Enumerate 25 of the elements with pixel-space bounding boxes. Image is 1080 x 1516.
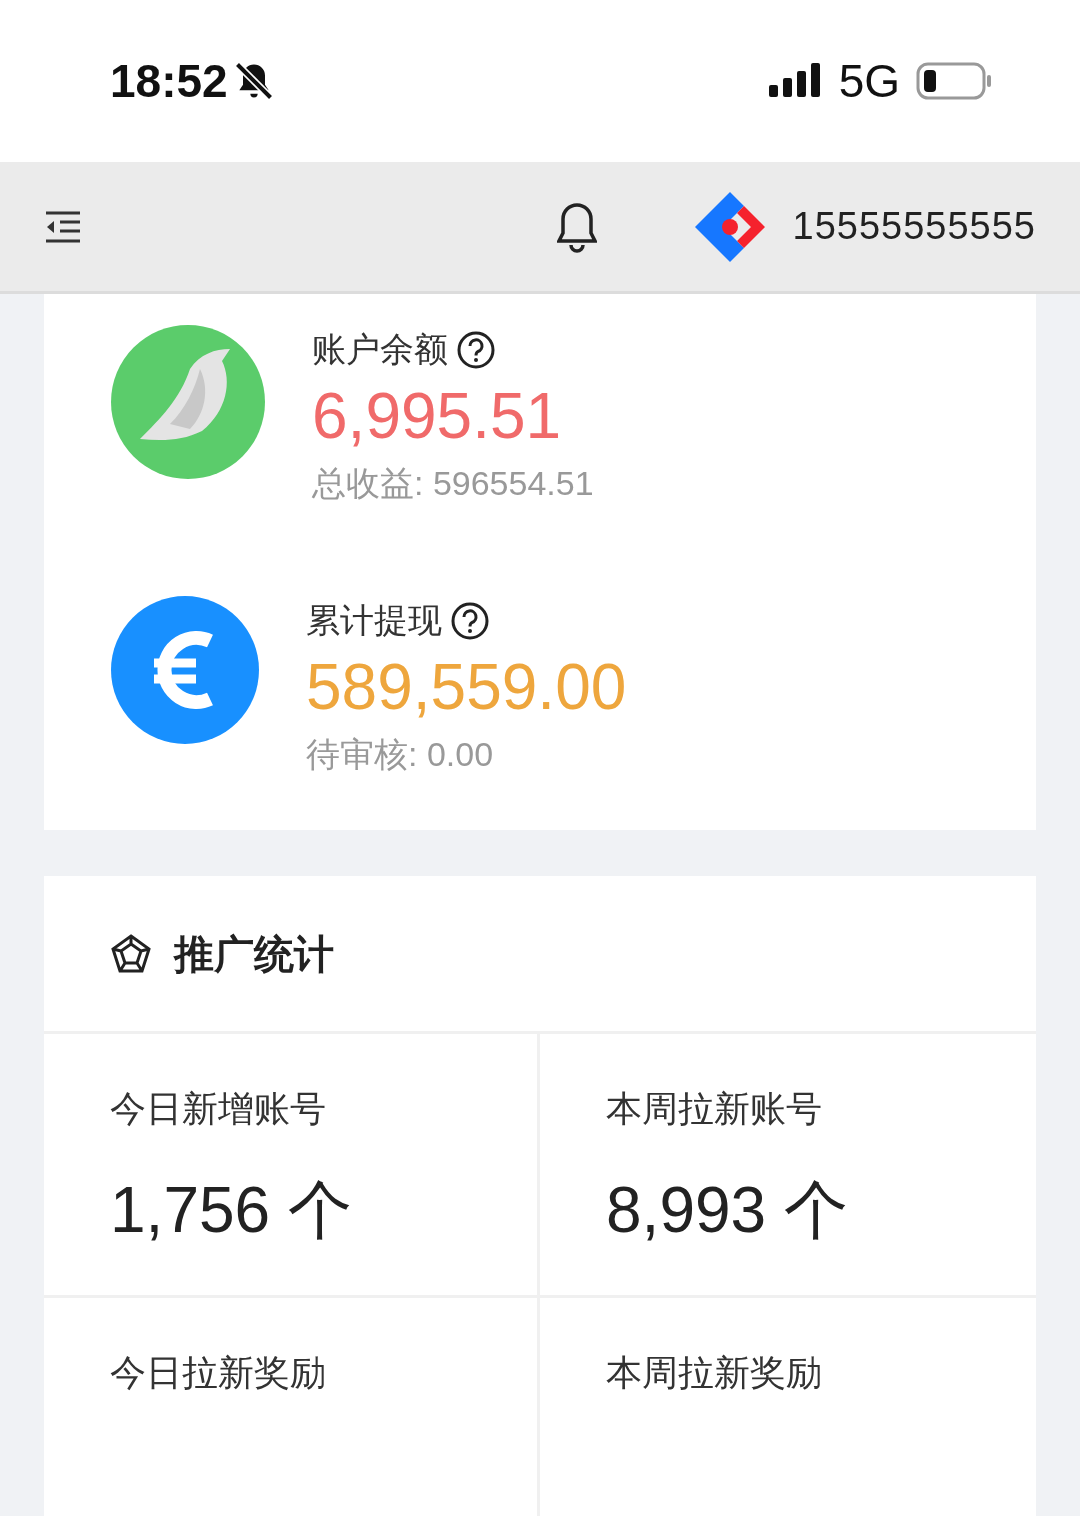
balance-label: 账户余额 xyxy=(312,329,448,370)
help-icon[interactable] xyxy=(456,329,496,370)
balance-label: 累计提现 xyxy=(306,600,442,642)
battery-icon xyxy=(916,62,992,100)
account-number[interactable]: 15555555555 xyxy=(792,198,1036,255)
balance-detail: 总收益: 596554.51 xyxy=(312,463,594,505)
pentagon-icon xyxy=(110,932,152,975)
bird-icon xyxy=(110,324,266,480)
balance-detail: 待审核: 0.00 xyxy=(306,734,495,776)
stat-label: 本周拉新账号 xyxy=(606,1087,823,1132)
menu-icon[interactable] xyxy=(44,209,82,244)
balance-amount: 589,559.00 xyxy=(306,650,627,726)
stat-label: 本周拉新奖励 xyxy=(606,1351,823,1396)
help-icon[interactable] xyxy=(450,600,490,641)
stat-label: 今日新增账号 xyxy=(110,1087,327,1132)
stat-value: 1,756 个 xyxy=(110,1173,353,1249)
signal-icon xyxy=(768,63,823,99)
section-title: 推广统计 xyxy=(174,930,334,978)
stat-value: 8,993 个 xyxy=(606,1173,849,1249)
stat-label: 今日拉新奖励 xyxy=(110,1351,327,1396)
notification-bell-icon[interactable] xyxy=(556,200,597,253)
clock-time: 18:52 xyxy=(110,53,228,109)
euro-icon xyxy=(110,595,260,746)
balance-amount: 6,995.51 xyxy=(312,379,563,454)
network-label: 5G xyxy=(838,53,900,109)
